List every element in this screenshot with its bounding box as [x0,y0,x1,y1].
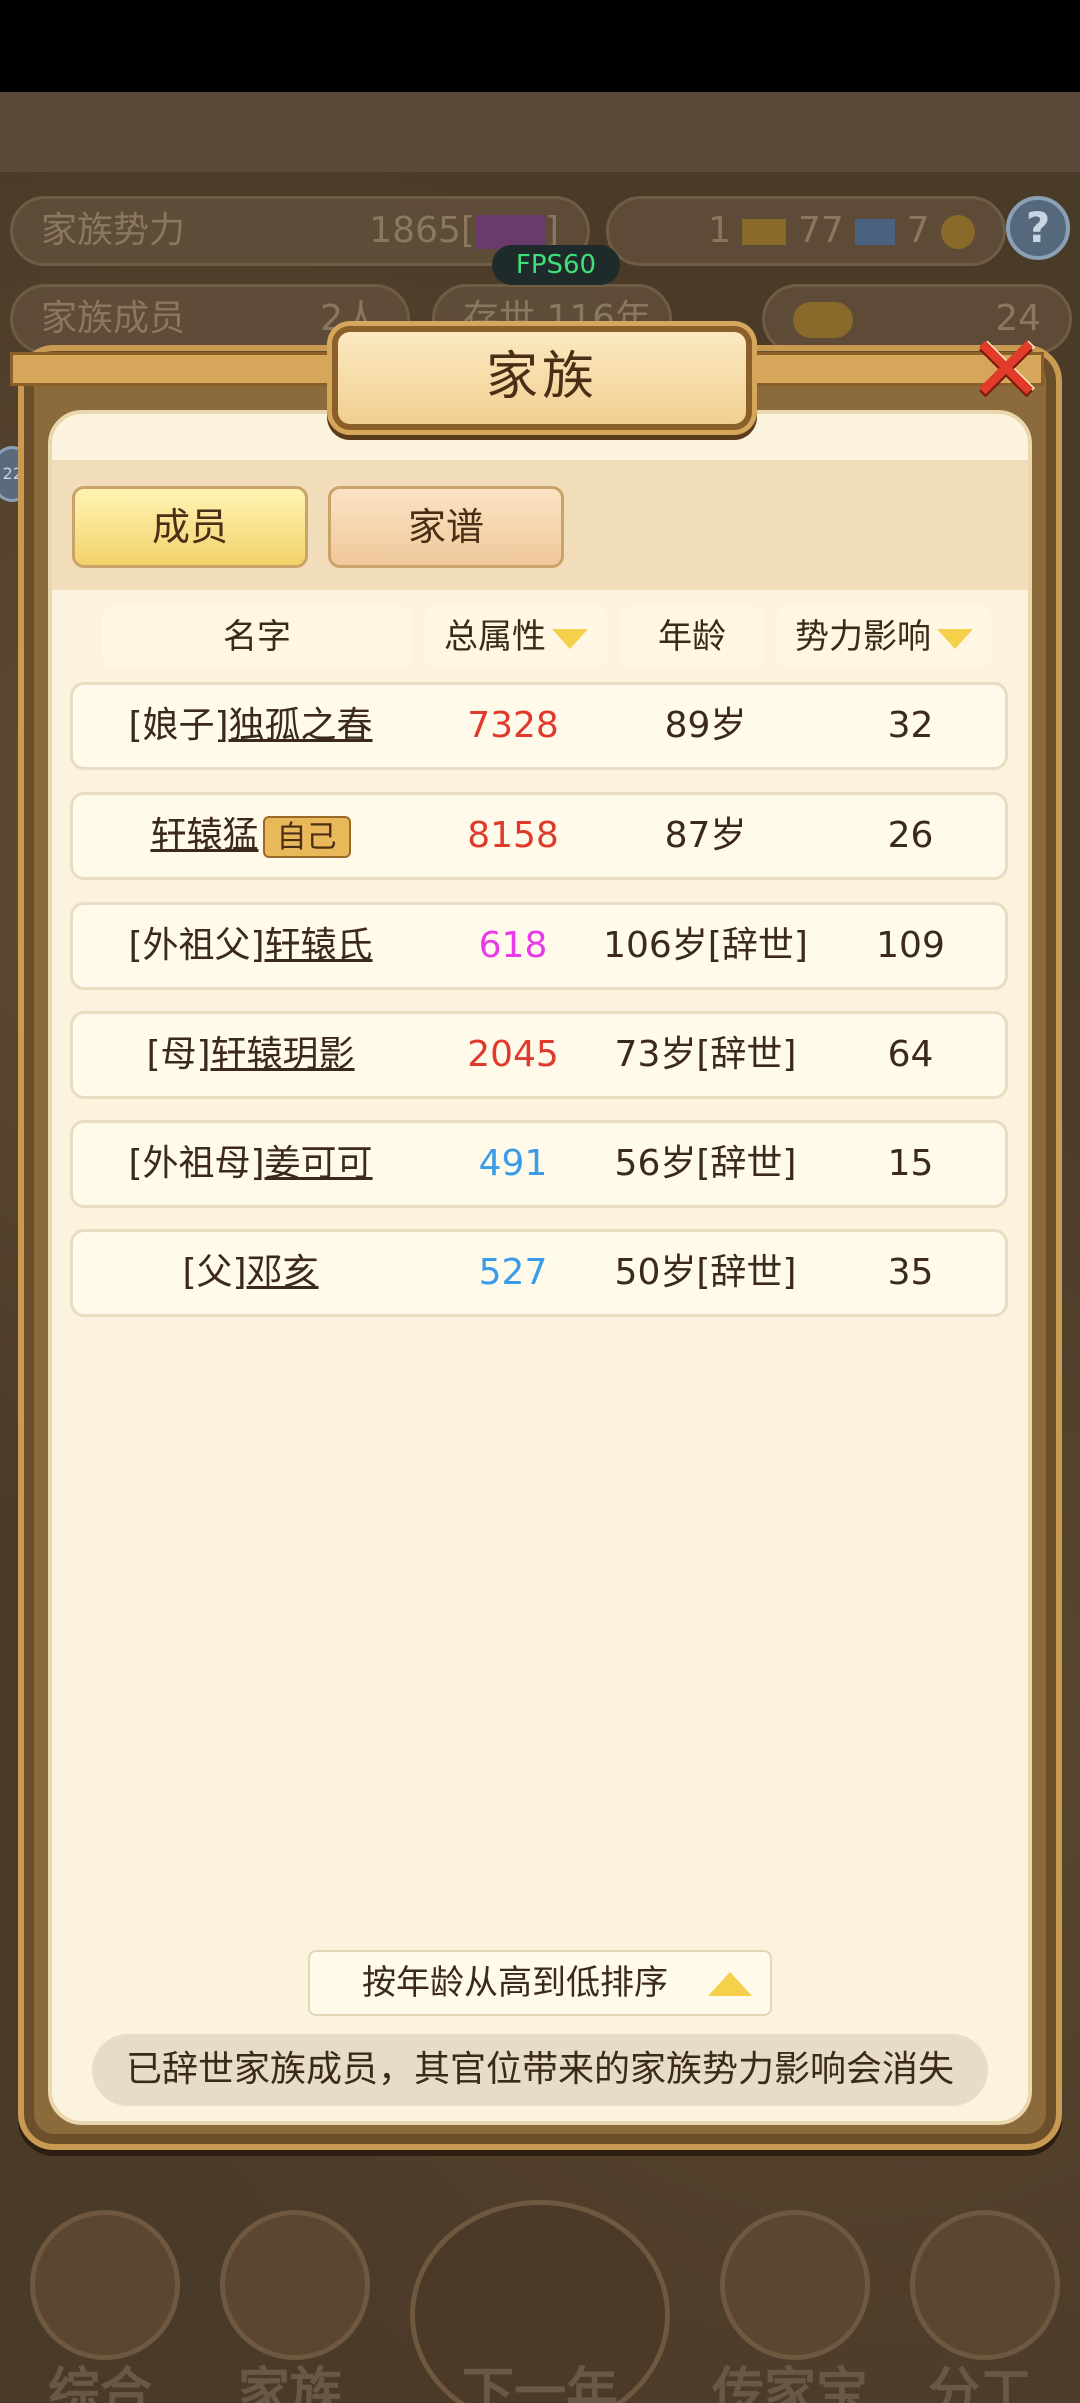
coin-icon [941,215,975,249]
member-attr: 618 [478,925,548,966]
clan-power-rank [474,215,545,249]
currency-a: 1 [708,210,732,251]
banner-wing-left [10,352,340,386]
member-row[interactable]: 轩辕猛 自己 8158 87岁 26 [70,792,1008,880]
currency-b: 77 [797,210,844,251]
column-header-influence-label: 势力影响 [795,617,931,657]
column-header-name-label: 名字 [223,617,291,657]
column-header-attr[interactable]: 总属性 [424,606,608,668]
currency-c: 7 [906,210,930,251]
book-icon [855,219,896,245]
jade-icon [720,2210,870,2360]
member-relation: [母] [146,1034,211,1075]
clan-power-label: 家族势力 [41,210,186,251]
tab-members[interactable]: 成员 [72,486,308,568]
member-name[interactable]: 邓亥 [247,1252,319,1293]
member-influence: 15 [887,1143,934,1184]
dialog-title: 家族 [332,326,752,430]
member-name[interactable]: 轩辕玥影 [211,1034,355,1075]
member-attr: 2045 [467,1034,559,1075]
member-age: 87岁 [664,815,747,856]
ingot-icon [793,302,853,338]
nav-division-label: 分工 [927,2363,1032,2403]
clan-power-value: 1865[ [369,210,475,251]
member-age: 106岁[辞世] [603,925,808,966]
nav-next-year[interactable]: 下一年 [410,2200,670,2403]
close-button[interactable]: ✕ [958,320,1054,424]
sort-up-icon [708,1972,752,1996]
member-influence: 35 [887,1252,934,1293]
nav-overview[interactable]: 综合 [0,2200,200,2403]
currency-pill: 1 77 7 [606,196,1006,266]
column-header-name[interactable]: 名字 [102,606,412,668]
temple-icon [220,2210,370,2360]
sort-down-icon [552,628,588,649]
member-age: 89岁 [664,705,747,746]
tab-genealogy[interactable]: 家谱 [328,486,564,568]
self-badge: 自己 [262,816,351,858]
column-header-influence[interactable]: 势力影响 [776,606,992,668]
member-name[interactable]: 独孤之春 [229,705,373,746]
member-age: 50岁[辞世] [614,1252,797,1293]
member-row[interactable]: [父]邓亥 527 50岁[辞世] 35 [70,1229,1008,1317]
member-row[interactable]: [外祖母]姜可可 491 56岁[辞世] 15 [70,1120,1008,1208]
help-button[interactable]: ? [1006,196,1070,260]
member-relation: [外祖母] [128,1143,265,1184]
member-age: 73岁[辞世] [614,1034,797,1075]
member-relation: [父] [182,1252,247,1293]
sort-button[interactable]: 按年龄从高到低排序 [308,1950,772,2016]
nav-next-year-label: 下一年 [461,2363,618,2403]
status-bar [0,0,1080,92]
top-strip [0,92,1080,172]
member-attr: 8158 [467,815,559,856]
worker-icon [910,2210,1060,2360]
nav-heirloom[interactable]: 传家宝 [690,2200,890,2403]
column-header-age[interactable]: 年龄 [620,606,764,668]
member-influence: 109 [876,925,945,966]
members-label: 家族成员 [41,298,186,339]
column-header-age-label: 年龄 [658,617,726,657]
member-row[interactable]: [娘子]独孤之春 7328 89岁 32 [70,682,1008,770]
member-name[interactable]: 姜可可 [265,1143,373,1184]
nav-family[interactable]: 家族 [190,2200,390,2403]
fps-counter: FPS60 [492,245,620,285]
deceased-notice: 已辞世家族成员，其官位带来的家族势力影响会消失 [92,2034,988,2106]
member-attr: 491 [478,1143,548,1184]
scroll-icon [30,2210,180,2360]
member-influence: 26 [887,815,934,856]
member-name[interactable]: 轩辕氏 [265,925,373,966]
member-attr: 527 [478,1252,548,1293]
nav-family-label: 家族 [237,2363,342,2403]
member-row[interactable]: [外祖父]轩辕氏 618 106岁[辞世] 109 [70,902,1008,990]
gold-bar-icon [742,219,787,245]
column-header-attr-label: 总属性 [444,617,546,657]
member-influence: 32 [887,705,934,746]
member-row[interactable]: [母]轩辕玥影 2045 73岁[辞世] 64 [70,1011,1008,1099]
member-relation: [外祖父] [128,925,265,966]
member-name[interactable]: 轩辕猛 [150,815,258,856]
nav-division[interactable]: 分工 [880,2200,1080,2403]
member-relation: [娘子] [128,705,229,746]
sort-down-icon [937,628,973,649]
member-influence: 64 [887,1034,934,1075]
sort-button-label: 按年龄从高到低排序 [362,1963,668,2003]
member-age: 56岁[辞世] [614,1143,797,1184]
nav-heirloom-label: 传家宝 [711,2363,868,2403]
nav-overview-label: 综合 [47,2363,152,2403]
member-attr: 7328 [467,705,559,746]
